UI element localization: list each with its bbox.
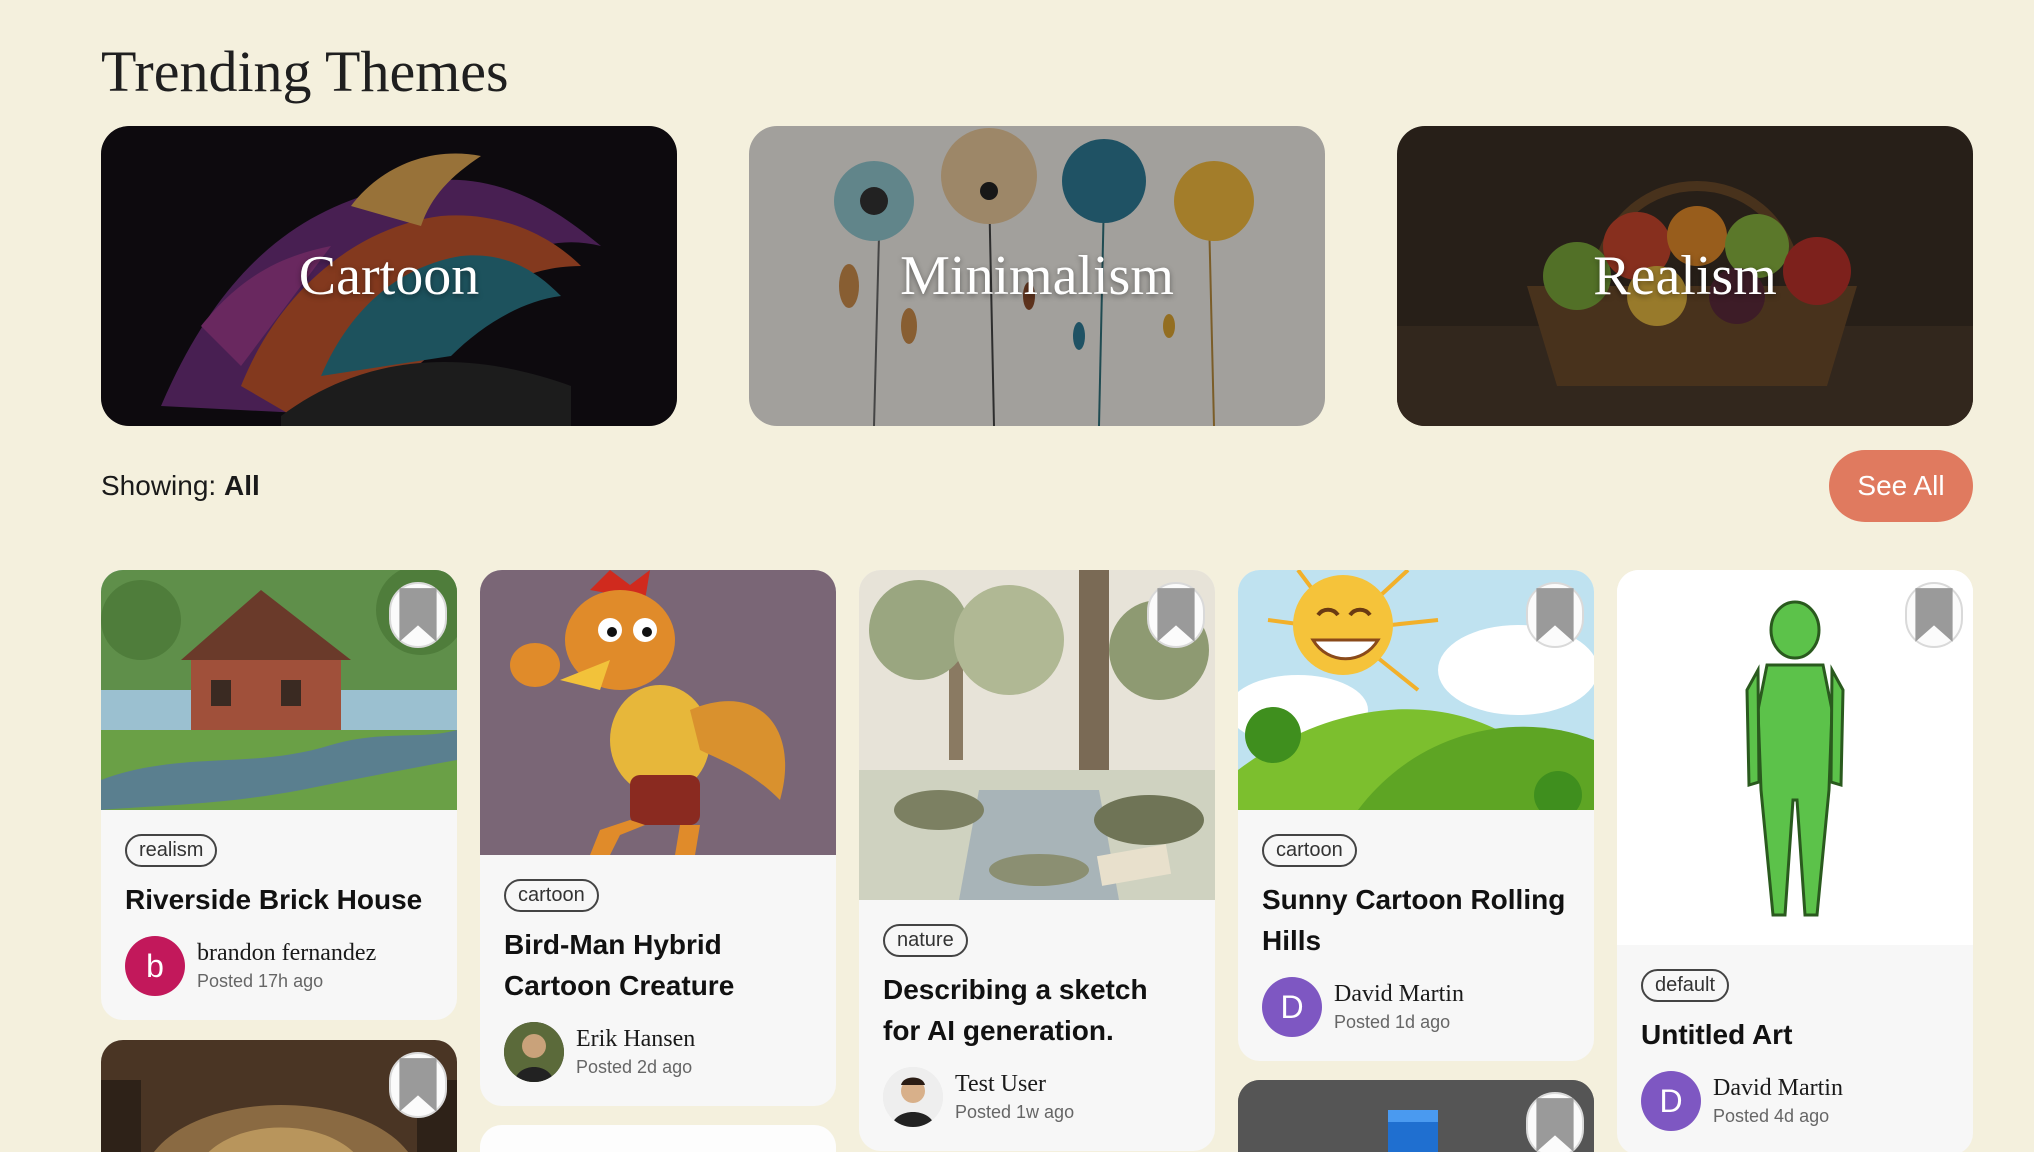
bookmark-icon (399, 588, 437, 642)
posted-time: Posted 2d ago (576, 1057, 693, 1077)
bookmark-icon (1915, 588, 1953, 642)
category-tag[interactable]: default (1641, 969, 1730, 1002)
card-thumbnail (101, 1040, 457, 1152)
avatar[interactable]: D (1641, 1071, 1701, 1131)
theme-label: Minimalism (900, 245, 1174, 307)
theme-label: Realism (1593, 245, 1777, 307)
bookmark-button[interactable] (389, 582, 447, 648)
avatar[interactable]: b (125, 936, 185, 996)
card-thumbnail (1238, 1080, 1594, 1152)
category-tag[interactable]: nature (883, 924, 968, 957)
art-card[interactable] (101, 1040, 457, 1152)
author-row: Erik Hansen Posted 2d ago (504, 1022, 812, 1082)
bookmark-icon (399, 1058, 437, 1112)
art-card[interactable]: default Untitled Art D David Martin Post… (1617, 570, 1973, 1152)
theme-card-minimalism[interactable]: Minimalism (749, 126, 1325, 426)
theme-card-cartoon[interactable]: Cartoon (101, 126, 677, 426)
bookmark-button[interactable] (1526, 582, 1584, 648)
showing-filter: Showing: All (101, 470, 260, 502)
bookmark-button[interactable] (1147, 582, 1205, 648)
card-title: Bird-Man Hybrid Cartoon Creature (504, 929, 735, 1001)
category-tag[interactable]: cartoon (504, 879, 599, 912)
avatar[interactable] (504, 1022, 564, 1082)
bookmark-icon (1536, 588, 1574, 642)
art-card[interactable] (480, 1125, 836, 1152)
card-thumbnail (101, 570, 457, 810)
posted-time: Posted 4d ago (1713, 1106, 1830, 1126)
theme-label: Cartoon (298, 245, 480, 307)
author-row: D David Martin Posted 4d ago (1641, 1071, 1949, 1131)
card-title: Sunny Cartoon Rolling Hills (1262, 884, 1566, 956)
author-name[interactable]: David Martin (1713, 1075, 1843, 1102)
author-name[interactable]: Test User (955, 1071, 1074, 1098)
art-card[interactable]: realism Riverside Brick House b brandon … (101, 570, 457, 1020)
page-title: Trending Themes (101, 39, 509, 104)
author-name[interactable]: Erik Hansen (576, 1026, 695, 1053)
card-title: Riverside Brick House (125, 884, 423, 915)
avatar[interactable]: D (1262, 977, 1322, 1037)
author-name[interactable]: David Martin (1334, 981, 1464, 1008)
author-name[interactable]: brandon fernandez (197, 940, 376, 967)
category-tag[interactable]: realism (125, 834, 218, 867)
theme-card-realism[interactable]: Realism (1397, 126, 1973, 426)
posted-time: Posted 1d ago (1334, 1012, 1451, 1032)
author-row: Test User Posted 1w ago (883, 1067, 1191, 1127)
bookmark-button[interactable] (1526, 1092, 1584, 1152)
author-row: b brandon fernandez Posted 17h ago (125, 936, 433, 996)
card-title: Describing a sketch for AI generation. (883, 974, 1148, 1046)
bookmark-button[interactable] (1905, 582, 1963, 648)
bookmark-button[interactable] (389, 1052, 447, 1118)
card-thumbnail (480, 570, 836, 855)
card-thumbnail (1617, 570, 1973, 945)
posted-time: Posted 1w ago (955, 1102, 1075, 1122)
art-card[interactable] (1238, 1080, 1594, 1152)
card-thumbnail (1238, 570, 1594, 810)
card-thumbnail (859, 570, 1215, 900)
see-all-button[interactable]: See All (1829, 450, 1973, 522)
card-title: Untitled Art (1641, 1019, 1793, 1050)
bookmark-icon (1536, 1098, 1574, 1152)
art-card[interactable]: cartoon Bird-Man Hybrid Cartoon Creature… (480, 570, 836, 1106)
art-card[interactable]: nature Describing a sketch for AI genera… (859, 570, 1215, 1151)
avatar[interactable] (883, 1067, 943, 1127)
art-card[interactable]: cartoon Sunny Cartoon Rolling Hills D Da… (1238, 570, 1594, 1061)
posted-time: Posted 17h ago (197, 971, 324, 991)
author-row: D David Martin Posted 1d ago (1262, 977, 1570, 1037)
showing-prefix: Showing: (101, 470, 217, 501)
category-tag[interactable]: cartoon (1262, 834, 1357, 867)
bookmark-icon (1157, 588, 1195, 642)
showing-value: All (223, 470, 260, 501)
